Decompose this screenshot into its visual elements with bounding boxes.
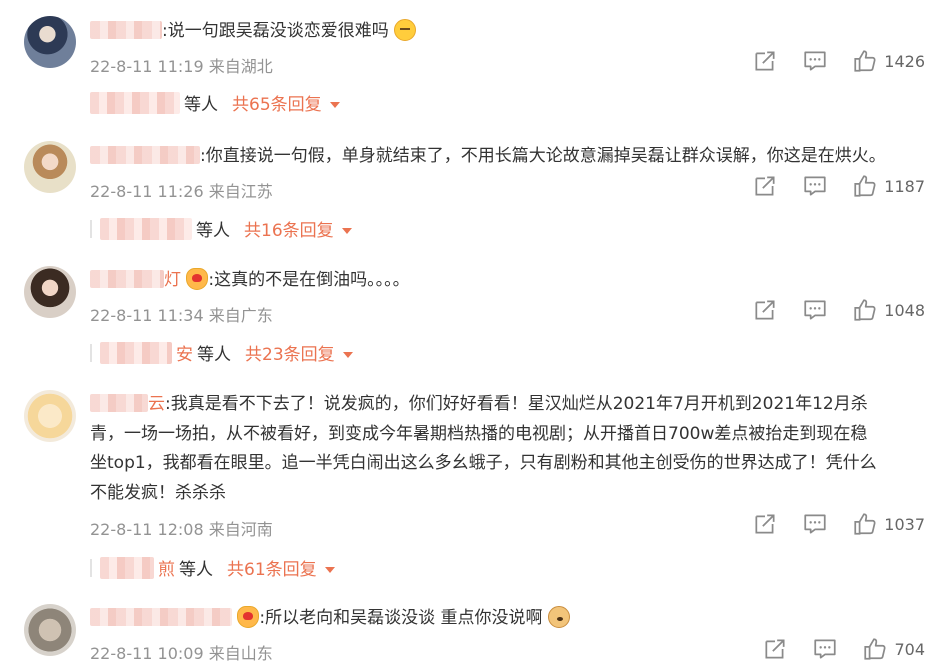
reply-divider [90, 343, 92, 362]
comment-timestamp: 22-8-11 11:34 来自广东 [90, 306, 273, 325]
comment-icon[interactable] [802, 48, 828, 74]
share-icon[interactable] [752, 297, 778, 323]
smirk-emoji-icon [394, 19, 417, 41]
comment-actions: 1426 [752, 48, 925, 74]
comment-icon[interactable] [812, 636, 838, 662]
comment-text: :你直接说一句假，单身就结束了，不用长篇大论故意漏掉吴磊让群众误解，你这是在烘火… [90, 141, 925, 171]
comment-text: :所以老向和吴磊谈没谈 重点你没说啊 [90, 603, 925, 633]
more-replies-link[interactable]: 共61条回复 [227, 555, 335, 580]
like-count: 1187 [884, 176, 925, 196]
share-icon[interactable] [762, 636, 788, 662]
avatar[interactable] [24, 604, 76, 656]
like-icon[interactable] [862, 636, 888, 662]
more-replies-link[interactable]: 共16条回复 [244, 216, 352, 241]
like-icon[interactable] [852, 173, 878, 199]
username-blurred[interactable] [90, 608, 232, 626]
comment-text: 云:我真是看不下去了！说发疯的，你们好好看看！星汉灿烂从2021年7月开机到20… [90, 394, 877, 503]
like-icon[interactable] [852, 511, 878, 537]
replier-names-blurred [100, 341, 172, 364]
share-icon[interactable] [752, 173, 778, 199]
like-count: 1426 [884, 51, 925, 71]
avatar[interactable] [24, 141, 76, 193]
comment-actions: 1048 [752, 297, 925, 323]
caret-down-icon [329, 102, 340, 108]
reply-summary[interactable]: 等人 共65条回复 [90, 90, 340, 115]
dog-emoji-icon [547, 606, 570, 628]
reply-summary[interactable]: 安 等人 共23条回复 [90, 340, 353, 365]
comment-icon[interactable] [802, 511, 828, 537]
username-blurred[interactable] [90, 146, 200, 164]
username-blurred[interactable] [90, 270, 164, 288]
comment-actions: 1037 [752, 511, 925, 537]
reply-divider [90, 219, 92, 238]
like-count: 1037 [884, 514, 925, 534]
caret-down-icon [342, 352, 353, 358]
share-icon[interactable] [752, 48, 778, 74]
comment-timestamp: 22-8-11 10:09 来自山东 [90, 644, 273, 663]
replier-names-blurred [90, 91, 180, 114]
like-count: 1048 [884, 300, 925, 320]
more-replies-link[interactable]: 共65条回复 [232, 90, 340, 115]
comment-timestamp: 22-8-11 12:08 来自河南 [90, 520, 273, 539]
like-icon[interactable] [852, 48, 878, 74]
avatar[interactable] [24, 266, 76, 318]
username-blurred[interactable] [90, 394, 148, 412]
caret-down-icon [341, 228, 352, 234]
avatar[interactable] [24, 16, 76, 68]
like-count: 704 [894, 639, 925, 659]
replier-names-blurred [100, 556, 154, 579]
reply-summary[interactable]: 等人 共16条回复 [90, 216, 352, 241]
caret-down-icon [324, 567, 335, 573]
comment-actions: 704 [762, 636, 925, 662]
comment-actions: 1187 [752, 173, 925, 199]
comment-text: 灯 :这真的不是在倒油吗。。。。 [90, 265, 925, 295]
more-replies-link[interactable]: 共23条回复 [245, 340, 353, 365]
share-icon[interactable] [752, 511, 778, 537]
heart-eyes-emoji-icon [186, 268, 209, 290]
heart-eyes-emoji-icon [237, 606, 260, 628]
comment-text: :说一句跟吴磊没谈恋爱很难吗 [90, 16, 925, 46]
avatar[interactable] [24, 390, 76, 442]
reply-divider [90, 558, 92, 577]
username-blurred[interactable] [90, 21, 162, 39]
like-icon[interactable] [852, 297, 878, 323]
comment-icon[interactable] [802, 173, 828, 199]
comment-timestamp: 22-8-11 11:26 来自江苏 [90, 182, 273, 201]
replier-names-blurred [100, 217, 192, 240]
comment-timestamp: 22-8-11 11:19 来自湖北 [90, 57, 273, 76]
reply-summary[interactable]: 煎 等人 共61条回复 [90, 555, 335, 580]
comment-icon[interactable] [802, 297, 828, 323]
